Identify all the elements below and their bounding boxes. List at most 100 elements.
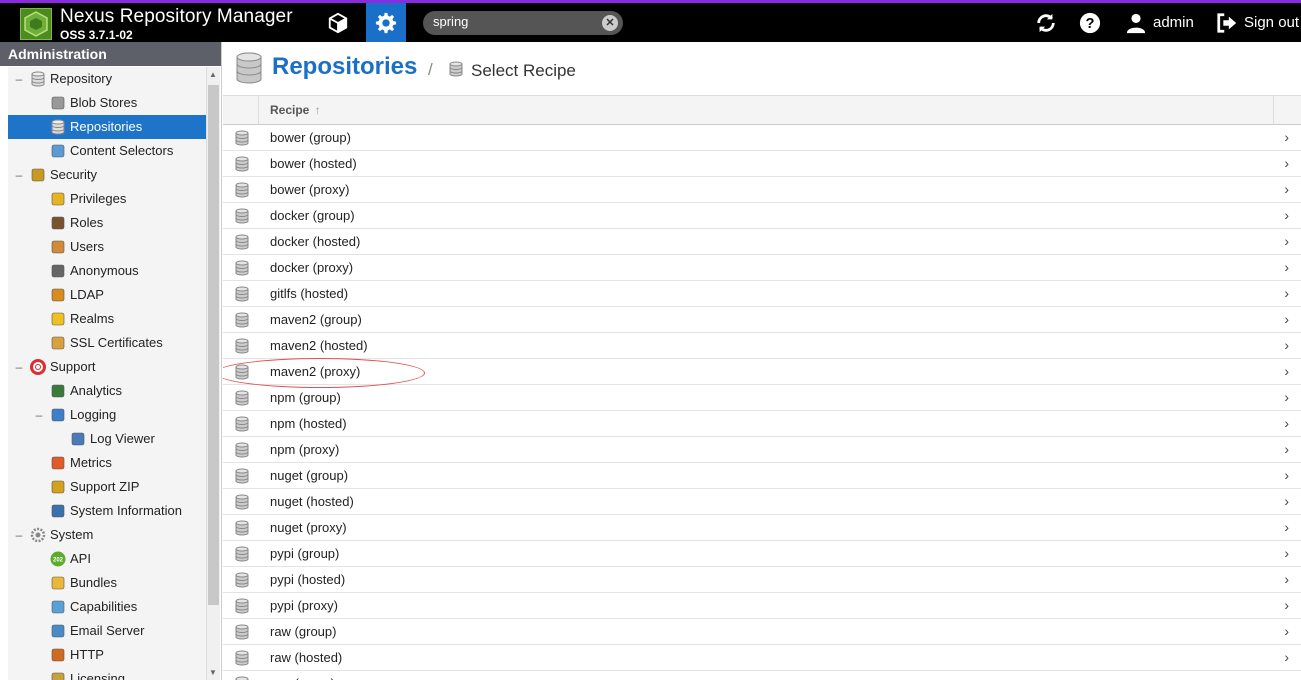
lifebuoy-icon bbox=[30, 359, 46, 375]
sidebar-item-security[interactable]: – Security bbox=[8, 163, 206, 187]
table-row[interactable]: pypi (hosted) › bbox=[223, 567, 1301, 593]
collapse-toggle-icon[interactable]: – bbox=[34, 403, 44, 427]
clear-search-icon[interactable]: ✕ bbox=[602, 15, 618, 31]
user-menu[interactable]: admin bbox=[1125, 3, 1194, 42]
scrollbar-thumb[interactable] bbox=[208, 85, 219, 605]
breadcrumb-separator: / bbox=[428, 60, 433, 79]
recipe-column-header[interactable]: Recipe ↑ bbox=[270, 103, 321, 117]
sidebar-item-support-zip[interactable]: Support ZIP bbox=[8, 475, 206, 499]
collapse-toggle-icon[interactable]: – bbox=[14, 355, 24, 379]
administration-button[interactable] bbox=[366, 3, 406, 42]
sidebar-item-privileges[interactable]: Privileges bbox=[8, 187, 206, 211]
table-row[interactable]: npm (hosted) › bbox=[223, 411, 1301, 437]
table-row[interactable]: bower (proxy) › bbox=[223, 177, 1301, 203]
database-icon bbox=[235, 520, 249, 536]
database-icon bbox=[235, 624, 249, 640]
table-row[interactable]: docker (proxy) › bbox=[223, 255, 1301, 281]
scroll-down-icon[interactable]: ▼ bbox=[209, 668, 217, 677]
recipe-column-label: Recipe bbox=[270, 103, 310, 117]
sidebar-item-bundles[interactable]: Bundles bbox=[8, 571, 206, 595]
chevron-right-icon: › bbox=[1284, 545, 1289, 561]
recipe-label: npm (hosted) bbox=[270, 416, 347, 431]
table-row[interactable]: nuget (proxy) › bbox=[223, 515, 1301, 541]
sidebar-item-ldap[interactable]: LDAP bbox=[8, 283, 206, 307]
table-row[interactable]: maven2 (group) › bbox=[223, 307, 1301, 333]
help-button[interactable]: ? bbox=[1070, 3, 1110, 42]
table-row[interactable]: raw (proxy) › bbox=[223, 671, 1301, 680]
page-title[interactable]: Repositories bbox=[272, 53, 417, 81]
refresh-button[interactable] bbox=[1026, 3, 1066, 42]
table-row[interactable]: gitlfs (hosted) › bbox=[223, 281, 1301, 307]
sidebar-item-logging[interactable]: – Logging bbox=[8, 403, 206, 427]
table-row[interactable]: bower (group) › bbox=[223, 125, 1301, 151]
sidebar-item-blob-stores[interactable]: Blob Stores bbox=[8, 91, 206, 115]
database-icon bbox=[235, 650, 249, 666]
table-row[interactable]: maven2 (hosted) › bbox=[223, 333, 1301, 359]
table-row[interactable]: pypi (proxy) › bbox=[223, 593, 1301, 619]
recipe-label: raw (group) bbox=[270, 624, 337, 639]
sidebar-item-label: System bbox=[50, 527, 94, 542]
chevron-right-icon: › bbox=[1284, 259, 1289, 275]
sidebar-item-log-viewer[interactable]: Log Viewer bbox=[8, 427, 206, 451]
table-row[interactable]: docker (hosted) › bbox=[223, 229, 1301, 255]
repositories-database-icon bbox=[236, 52, 262, 84]
table-row[interactable]: pypi (group) › bbox=[223, 541, 1301, 567]
collapse-toggle-icon[interactable]: – bbox=[14, 67, 24, 91]
sidebar-item-system[interactable]: – System bbox=[8, 523, 206, 547]
table-row[interactable]: npm (proxy) › bbox=[223, 437, 1301, 463]
sidebar-item-ssl-certificates[interactable]: SSL Certificates bbox=[8, 331, 206, 355]
chevron-right-icon: › bbox=[1284, 675, 1289, 680]
sidebar-item-api[interactable]: 202 API bbox=[8, 547, 206, 571]
page-header: Repositories / Select Recipe bbox=[223, 42, 1301, 95]
sidebar-scrollbar[interactable]: ▲ ▼ bbox=[206, 67, 220, 680]
table-row[interactable]: maven2 (proxy) › bbox=[223, 359, 1301, 385]
sidebar-item-support[interactable]: – Support bbox=[8, 355, 206, 379]
chevron-column-header bbox=[1273, 96, 1301, 125]
table-row[interactable]: bower (hosted) › bbox=[223, 151, 1301, 177]
sidebar-item-content-selectors[interactable]: Content Selectors bbox=[8, 139, 206, 163]
nexus-logo-icon[interactable] bbox=[20, 8, 52, 40]
chevron-right-icon: › bbox=[1284, 285, 1289, 301]
sidebar-item-capabilities[interactable]: Capabilities bbox=[8, 595, 206, 619]
sidebar-item-http[interactable]: HTTP bbox=[8, 643, 206, 667]
table-row[interactable]: raw (hosted) › bbox=[223, 645, 1301, 671]
scroll-up-icon[interactable]: ▲ bbox=[209, 70, 217, 79]
sidebar-item-label: Repository bbox=[50, 71, 113, 86]
table-row[interactable]: docker (group) › bbox=[223, 203, 1301, 229]
chevron-right-icon: › bbox=[1284, 519, 1289, 535]
search-input[interactable]: spring ✕ bbox=[423, 11, 623, 35]
sidebar-item-users[interactable]: Users bbox=[8, 235, 206, 259]
browse-button[interactable] bbox=[318, 3, 358, 42]
sidebar-item-label: Logging bbox=[70, 407, 117, 422]
chevron-right-icon: › bbox=[1284, 649, 1289, 665]
table-row[interactable]: npm (group) › bbox=[223, 385, 1301, 411]
sidebar-item-system-information[interactable]: System Information bbox=[8, 499, 206, 523]
anonymous-icon bbox=[50, 263, 66, 279]
sidebar-item-analytics[interactable]: Analytics bbox=[8, 379, 206, 403]
blob-store-icon bbox=[50, 95, 66, 111]
medal-icon bbox=[50, 191, 66, 207]
sidebar-item-realms[interactable]: Realms bbox=[8, 307, 206, 331]
content-selector-icon bbox=[50, 143, 66, 159]
sidebar-item-licensing[interactable]: Licensing bbox=[8, 667, 206, 680]
collapse-toggle-icon[interactable]: – bbox=[14, 163, 24, 187]
collapse-toggle-icon[interactable]: – bbox=[14, 523, 24, 547]
sidebar-item-repositories[interactable]: Repositories bbox=[8, 115, 206, 139]
chevron-right-icon: › bbox=[1284, 311, 1289, 327]
user-icon bbox=[1126, 13, 1146, 33]
sidebar-item-anonymous[interactable]: Anonymous bbox=[8, 259, 206, 283]
signout-button[interactable]: Sign out bbox=[1216, 3, 1299, 42]
app-version: OSS 3.7.1-02 bbox=[60, 28, 133, 42]
table-row[interactable]: raw (group) › bbox=[223, 619, 1301, 645]
sidebar-item-metrics[interactable]: Metrics bbox=[8, 451, 206, 475]
sidebar-item-roles[interactable]: Roles bbox=[8, 211, 206, 235]
table-row[interactable]: nuget (hosted) › bbox=[223, 489, 1301, 515]
help-icon: ? bbox=[1079, 12, 1101, 33]
sidebar-item-label: System Information bbox=[70, 503, 182, 518]
sidebar-item-email-server[interactable]: Email Server bbox=[8, 619, 206, 643]
gear-icon bbox=[30, 527, 46, 543]
sign-out-icon bbox=[1217, 12, 1237, 33]
table-row[interactable]: nuget (group) › bbox=[223, 463, 1301, 489]
security-badge-icon bbox=[30, 167, 46, 183]
sidebar-item-repository[interactable]: – Repository bbox=[8, 67, 206, 91]
